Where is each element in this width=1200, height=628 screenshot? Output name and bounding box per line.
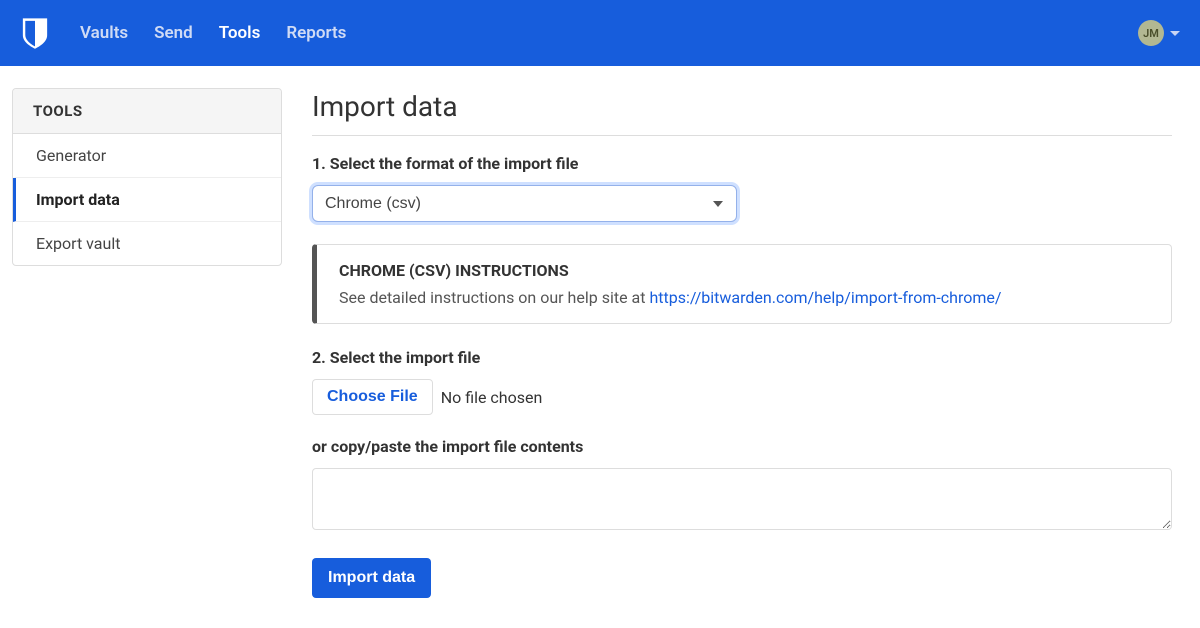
user-menu[interactable]: JM [1138, 20, 1180, 46]
or-paste-label: or copy/paste the import file contents [312, 437, 1172, 456]
format-select[interactable]: Chrome (csv) [312, 185, 737, 222]
choose-file-button[interactable]: Choose File [312, 379, 433, 415]
paste-textarea[interactable] [312, 468, 1172, 530]
logo-shield-icon [20, 16, 50, 50]
sidebar: TOOLS Generator Import data Export vault [12, 88, 282, 266]
top-nav: Vaults Send Tools Reports JM [0, 0, 1200, 66]
avatar: JM [1138, 20, 1164, 46]
no-file-label: No file chosen [441, 388, 543, 407]
nav-tools[interactable]: Tools [219, 23, 261, 43]
nav-send[interactable]: Send [154, 23, 193, 43]
instructions-box: CHROME (CSV) INSTRUCTIONS See detailed i… [312, 244, 1172, 324]
nav-reports[interactable]: Reports [286, 23, 346, 43]
sidebar-item-export-vault[interactable]: Export vault [13, 222, 281, 265]
main-content: Import data 1. Select the format of the … [312, 88, 1182, 598]
sidebar-item-import-data[interactable]: Import data [13, 178, 281, 222]
sidebar-header: TOOLS [13, 89, 281, 134]
step1-label: 1. Select the format of the import file [312, 154, 1172, 173]
sidebar-item-generator[interactable]: Generator [13, 134, 281, 178]
instructions-text: See detailed instructions on our help si… [339, 288, 1149, 307]
instructions-title: CHROME (CSV) INSTRUCTIONS [339, 261, 1149, 280]
nav-links: Vaults Send Tools Reports [80, 23, 1138, 43]
chevron-down-icon [1170, 31, 1180, 36]
nav-vaults[interactable]: Vaults [80, 23, 128, 43]
instructions-text-prefix: See detailed instructions on our help si… [339, 288, 649, 307]
page-title: Import data [312, 90, 1172, 136]
step2-label: 2. Select the import file [312, 348, 1172, 367]
import-data-button[interactable]: Import data [312, 558, 431, 598]
instructions-link[interactable]: https://bitwarden.com/help/import-from-c… [649, 288, 1001, 307]
